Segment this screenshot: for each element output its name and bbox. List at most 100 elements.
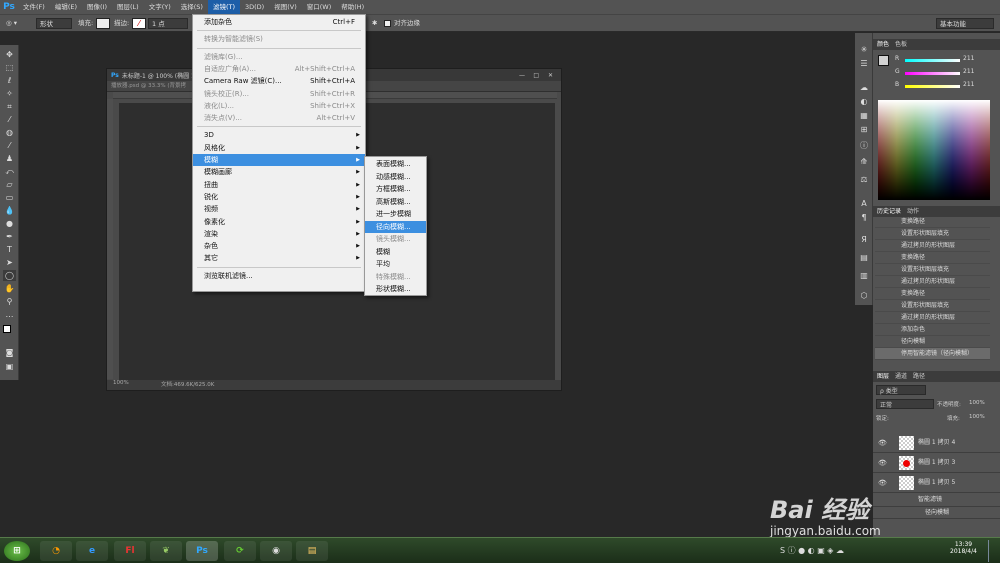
history-state[interactable]: 停用智能滤镜（径向模糊）	[875, 348, 990, 360]
history-state[interactable]: 通过拷贝的形状图层	[875, 276, 990, 288]
ellipse-tool-preset-icon[interactable]: ◎ ▾	[6, 18, 17, 29]
fill-swatch[interactable]	[96, 18, 110, 29]
filter-menu-item[interactable]: 3D ▶	[193, 129, 365, 141]
history-state[interactable]: 添加杂色	[875, 324, 990, 336]
tab-color[interactable]: 颜色	[877, 40, 889, 50]
visibility-eye-icon[interactable]: 👁	[878, 453, 887, 473]
menu-type[interactable]: 文字(Y)	[144, 0, 176, 14]
actions-icon[interactable]: ▤	[858, 253, 870, 263]
menu-image[interactable]: 图像(I)	[82, 0, 112, 14]
type-tool-icon[interactable]: T	[3, 244, 16, 255]
filter-menu-item[interactable]: 浏览联机滤镜...	[193, 270, 365, 282]
b-value[interactable]: 211	[963, 81, 974, 88]
workspace-select[interactable]: 基本功能	[936, 18, 994, 29]
r-value[interactable]: 211	[963, 55, 974, 62]
app-icon-1[interactable]: ◔	[40, 541, 72, 561]
history-state[interactable]: 变换路径	[875, 252, 990, 264]
blur-submenu-item[interactable]: 模糊	[365, 246, 426, 259]
clock[interactable]: 13:39 2018/4/4	[950, 541, 977, 555]
marquee-tool-icon[interactable]: ⬚	[3, 62, 16, 73]
healing-brush-icon[interactable]: ◍	[3, 127, 16, 138]
blend-mode-select[interactable]: 正常	[876, 399, 934, 409]
tab-channels[interactable]: 通道	[895, 372, 907, 382]
menu-window[interactable]: 窗口(W)	[302, 0, 337, 14]
layer-row[interactable]: 👁 椭圆 1 拷贝 4	[873, 433, 1000, 453]
filter-menu-item[interactable]: 渲染 ▶	[193, 228, 365, 240]
channel-mixer-icon[interactable]: ⚖	[858, 175, 870, 185]
b-slider[interactable]	[905, 85, 960, 88]
blur-submenu-item[interactable]: 高斯模糊...	[365, 196, 426, 209]
history-icon[interactable]: Я	[858, 235, 870, 245]
maximize-icon[interactable]: □	[533, 72, 539, 79]
pen-tool-icon[interactable]: ✒	[3, 231, 16, 242]
gear-icon[interactable]: ✱	[372, 18, 377, 29]
history-state[interactable]: 设置形状图层填充	[875, 264, 990, 276]
brush-tool-icon[interactable]: ⁄	[3, 140, 16, 151]
eyedropper-icon[interactable]: ⁄	[3, 114, 16, 125]
menu-view[interactable]: 视图(V)	[269, 0, 302, 14]
filter-menu-item[interactable]: 添加杂色 Ctrl+F	[193, 16, 365, 28]
folder-icon[interactable]: ▤	[296, 541, 328, 561]
quick-mask-icon[interactable]: ◙	[3, 347, 16, 358]
history-state[interactable]: 变换路径	[875, 288, 990, 300]
menu-filter[interactable]: 滤镜(T)	[207, 0, 240, 14]
filter-menu-item[interactable]: 模糊画廊 ▶	[193, 166, 365, 178]
blur-submenu-item[interactable]: 方框模糊...	[365, 183, 426, 196]
history-state[interactable]: 通过拷贝的形状图层	[875, 240, 990, 252]
media-icon[interactable]: ◉	[260, 541, 292, 561]
filter-menu-item[interactable]: 其它 ▶	[193, 252, 365, 264]
tab-swatches[interactable]: 色板	[895, 40, 907, 50]
path-select-icon[interactable]: ➤	[3, 257, 16, 268]
start-button-icon[interactable]: ⊞	[4, 541, 30, 561]
filter-menu-item[interactable]: 模糊 ▶	[193, 154, 365, 166]
layer-kind-filter[interactable]: ρ 类型	[876, 385, 926, 395]
blur-submenu-item[interactable]: 表面模糊...	[365, 158, 426, 171]
g-slider[interactable]	[905, 72, 960, 75]
blur-submenu-item[interactable]: 径向模糊...	[365, 220, 426, 233]
flash-icon[interactable]: Fl	[114, 541, 146, 561]
tab-layers[interactable]: 图层	[877, 372, 889, 382]
eraser-tool-icon[interactable]: ▱	[3, 179, 16, 190]
screen-mode-icon[interactable]: ▣	[3, 361, 16, 372]
brush-presets-icon[interactable]: ⟰	[858, 157, 870, 167]
history-state[interactable]: 设置形状图层填充	[875, 228, 990, 240]
history-state[interactable]: 变换路径	[875, 216, 990, 228]
layer-row[interactable]: 👁 椭圆 1 拷贝 3	[873, 453, 1000, 473]
close-icon[interactable]: ✕	[548, 72, 553, 79]
filter-menu-item[interactable]: 视频 ▶	[193, 203, 365, 215]
foreground-color-swatch[interactable]	[3, 325, 11, 333]
photoshop-taskbar-icon[interactable]: Ps	[186, 541, 218, 561]
visibility-eye-icon[interactable]: 👁	[878, 433, 887, 453]
adjustments-icon[interactable]: ▦	[858, 111, 870, 121]
history-state[interactable]: 设置形状图层填充	[875, 300, 990, 312]
filter-menu-item[interactable]: Camera Raw 滤镜(C)... Shift+Ctrl+A	[193, 75, 365, 87]
menu-edit[interactable]: 编辑(E)	[50, 0, 82, 14]
swatches-icon[interactable]: ▥	[858, 271, 870, 281]
lasso-tool-icon[interactable]: ℓ	[3, 75, 16, 86]
menu-layer[interactable]: 图层(L)	[112, 0, 144, 14]
opacity-value[interactable]: 100%	[969, 400, 985, 406]
stroke-size-field[interactable]: 1 点	[148, 18, 188, 29]
minimize-icon[interactable]: —	[519, 72, 525, 79]
history-state[interactable]: 通过拷贝的形状图层	[875, 312, 990, 324]
menu-help[interactable]: 帮助(H)	[336, 0, 369, 14]
styles-icon[interactable]: ◐	[858, 97, 870, 107]
ie-icon[interactable]: e	[76, 541, 108, 561]
tab-paths[interactable]: 路径	[913, 372, 925, 382]
filter-menu-item[interactable]: 像素化 ▶	[193, 216, 365, 228]
g-value[interactable]: 211	[963, 68, 974, 75]
more-tools-icon[interactable]: …	[3, 309, 16, 320]
fill-opacity-value[interactable]: 100%	[969, 414, 985, 420]
align-edges-checkbox[interactable]	[384, 20, 391, 27]
3d-icon[interactable]: ✳	[858, 45, 870, 55]
stroke-swatch[interactable]: ⁄	[132, 18, 146, 29]
crop-tool-icon[interactable]: ⌗	[3, 101, 16, 112]
color-spectrum[interactable]	[878, 100, 990, 200]
gradient-tool-icon[interactable]: ▭	[3, 192, 16, 203]
show-desktop-button[interactable]	[988, 540, 998, 562]
browser-icon[interactable]: ⟳	[224, 541, 256, 561]
document-info[interactable]: 文档:469.6K/625.0K	[161, 380, 214, 388]
filter-menu-item[interactable]: 杂色 ▶	[193, 240, 365, 252]
menu-file[interactable]: 文件(F)	[18, 0, 50, 14]
properties-icon[interactable]: ⊞	[858, 125, 870, 135]
